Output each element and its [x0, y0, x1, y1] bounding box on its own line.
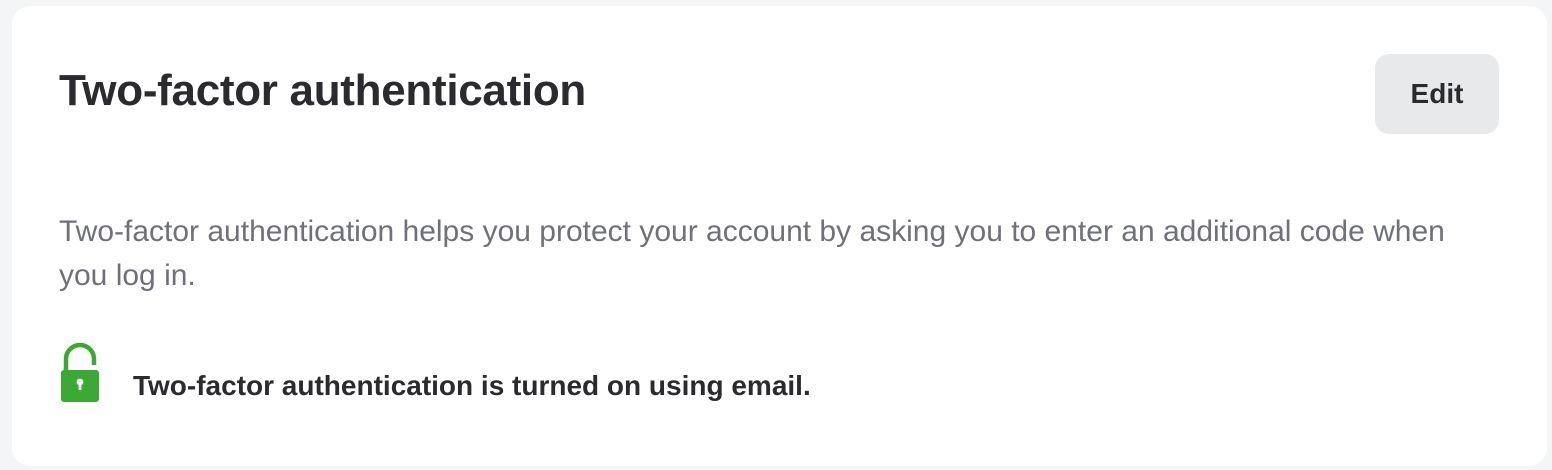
card-title: Two-factor authentication — [59, 66, 587, 115]
edit-button[interactable]: Edit — [1375, 54, 1499, 134]
status-text: Two-factor authentication is turned on u… — [133, 370, 811, 401]
status-row: Two-factor authentication is turned on u… — [59, 342, 811, 406]
description-text: Two-factor authentication helps you prot… — [59, 215, 1445, 292]
unlocked-padlock-icon — [59, 342, 101, 406]
two-factor-card: Two-factor authentication Edit Two-facto… — [12, 6, 1547, 466]
